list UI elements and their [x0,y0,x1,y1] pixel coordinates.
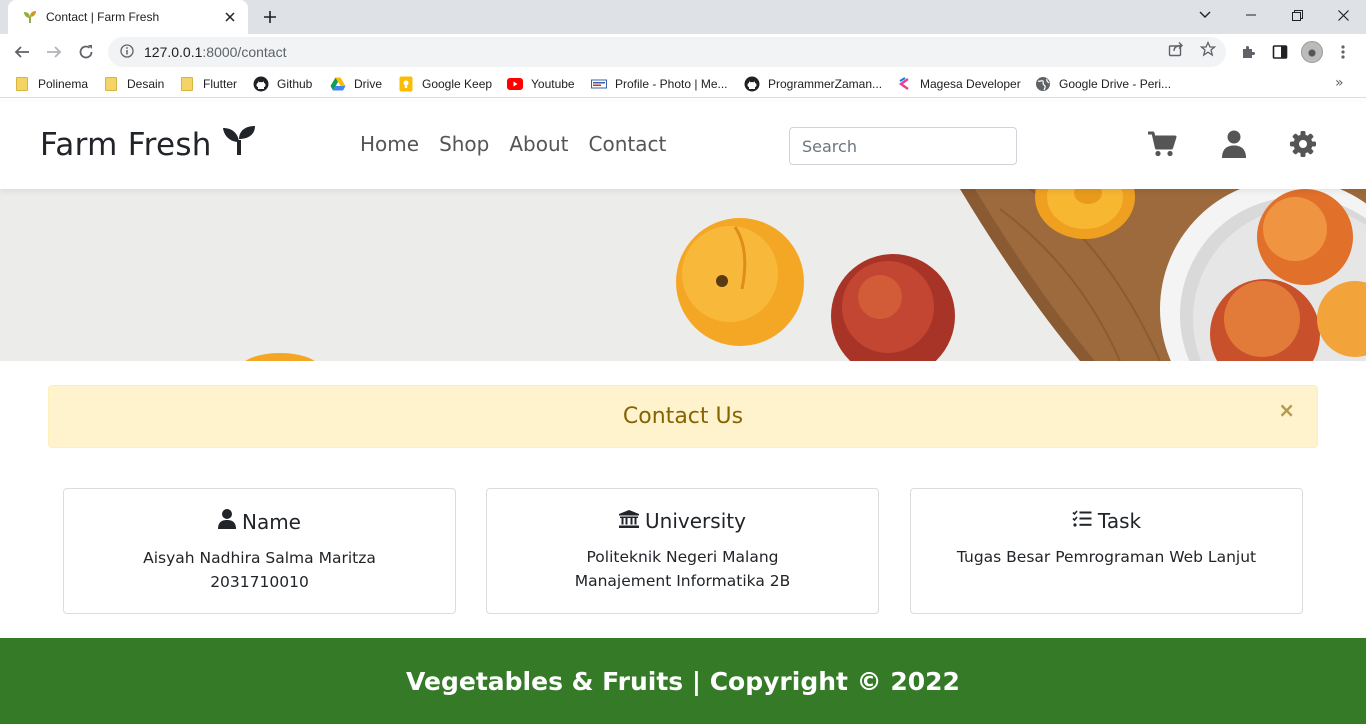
site-favicon-icon [591,76,607,92]
bookmarks-bar: Polinema Desain Flutter Github Drive Goo… [0,70,1366,98]
site-info-icon[interactable] [120,43,134,62]
bookmark-flutter[interactable]: Flutter [179,75,237,93]
card-line: Manajement Informatika 2B [574,572,791,590]
browser-tab[interactable]: Contact | Farm Fresh [8,0,248,34]
card-title: Task [1097,509,1142,533]
card-heading: Name [64,509,455,534]
google-keep-icon [398,76,414,92]
extensions-icon[interactable] [1239,43,1257,61]
bookmark-polinema[interactable]: Polinema [14,75,88,93]
github-icon [253,76,269,92]
nav-link-shop[interactable]: Shop [439,132,489,156]
folder-icon [179,76,195,92]
youtube-icon [507,76,523,92]
more-bookmarks-icon[interactable]: » [1335,75,1344,91]
folder-icon [14,76,30,92]
card-line: 2031710010 [210,573,309,591]
task-card: Task Tugas Besar Pemrograman Web Lanjut [910,488,1303,614]
alert-close-button[interactable]: × [1278,398,1295,422]
card-title: Name [241,509,301,534]
folder-icon [103,76,119,92]
bookmark-star-icon[interactable] [1199,40,1217,58]
forward-icon[interactable] [40,38,68,66]
tab-title: Contact | Farm Fresh [46,10,160,24]
globe-icon [1035,76,1051,92]
alert-title: Contact Us [622,404,744,429]
name-card: Name Aisyah Nadhira Salma Maritza 203171… [63,488,456,614]
bookmark-youtube[interactable]: Youtube [507,75,575,93]
browser-tabstrip: Contact | Farm Fresh [0,0,1366,34]
url-text: 127.0.0.1:8000/contact [144,44,287,60]
bookmark-magesa-developer[interactable]: Magesa Developer [896,75,1021,93]
magesa-icon [896,76,912,92]
university-icon [619,509,640,533]
card-line: Tugas Besar Pemrograman Web Lanjut [956,548,1257,566]
card-line: Politeknik Negeri Malang [586,548,779,566]
bookmark-profile-photo[interactable]: Profile - Photo | Me... [591,75,728,93]
footer-copyright: Vegetables & Fruits | Copyright © 2022 [406,666,960,696]
card-heading: University [487,509,878,533]
profile-avatar-icon[interactable] [1301,41,1323,63]
bookmark-programmerzaman[interactable]: ProgrammerZaman... [744,75,882,93]
bookmark-desain[interactable]: Desain [103,75,164,93]
nav-link-contact[interactable]: Contact [589,132,667,156]
brand-name: Farm Fresh [40,127,212,163]
sprout-favicon-icon [22,9,38,25]
bookmark-google-keep[interactable]: Google Keep [398,75,492,93]
card-title: University [645,509,746,533]
tasks-icon [1072,509,1092,533]
cart-icon[interactable] [1146,128,1178,160]
side-panel-icon[interactable] [1271,43,1289,61]
bookmark-drive[interactable]: Drive [330,75,382,93]
tab-close-icon[interactable] [222,9,238,25]
university-card: University Politeknik Negeri Malang Mana… [486,488,879,614]
new-tab-button[interactable] [258,5,282,29]
restore-icon[interactable] [1274,0,1320,30]
bookmark-google-drive-peri[interactable]: Google Drive - Peri... [1035,75,1171,93]
card-line: Aisyah Nadhira Salma Maritza [143,549,376,567]
hero-banner-image [0,189,1366,361]
close-window-icon[interactable] [1320,0,1366,30]
settings-gear-icon[interactable] [1287,128,1319,160]
back-icon[interactable] [8,38,36,66]
card-heading: Task [911,509,1302,533]
nav-link-home[interactable]: Home [360,132,419,156]
google-drive-icon [330,76,346,92]
nav-link-about[interactable]: About [509,132,568,156]
user-icon [217,509,236,534]
contact-us-alert: Contact Us × [48,385,1318,448]
reload-icon[interactable] [72,38,100,66]
user-account-icon[interactable] [1218,128,1250,160]
github-icon [744,76,760,92]
brand-logo[interactable]: Farm Fresh [40,126,256,164]
site-footer: Vegetables & Fruits | Copyright © 2022 [0,638,1366,724]
card-body: Aisyah Nadhira Salma Maritza 2031710010 [64,546,455,594]
address-bar[interactable]: 127.0.0.1:8000/contact [108,37,1226,67]
site-navbar: Farm Fresh Home Shop About Contact [0,102,1366,189]
card-body: Politeknik Negeri Malang Manajement Info… [487,545,878,593]
search-input[interactable] [789,127,1017,165]
browser-toolbar: 127.0.0.1:8000/contact [0,34,1366,70]
tab-search-icon[interactable] [1182,0,1228,30]
bookmark-github[interactable]: Github [253,75,312,93]
main-nav: Home Shop About Contact [360,132,666,156]
chrome-menu-icon[interactable] [1334,43,1352,61]
seedling-icon [222,126,256,164]
card-body: Tugas Besar Pemrograman Web Lanjut [911,545,1302,569]
minimize-icon[interactable] [1228,0,1274,30]
share-icon[interactable] [1167,40,1185,58]
